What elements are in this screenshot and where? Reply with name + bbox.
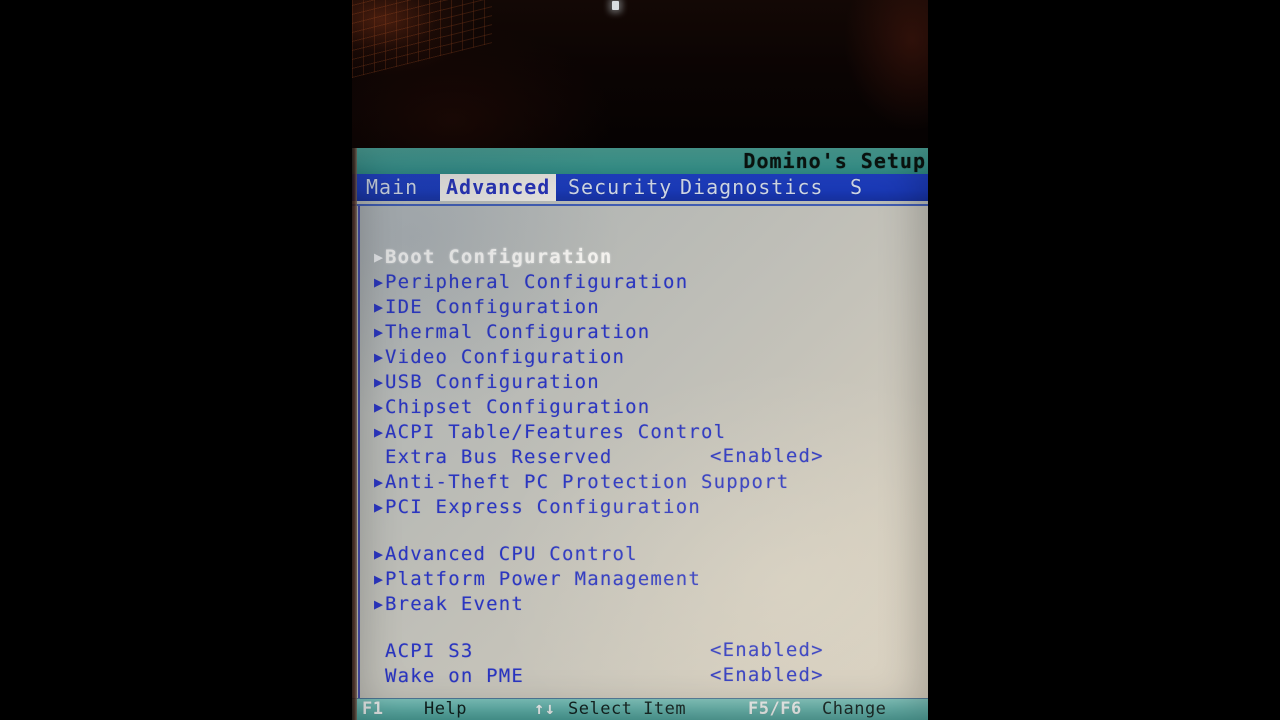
help-key-bar: F1 Help ↑↓ Select Item F5/F6 Change	[352, 698, 928, 720]
submenu-arrow-icon: ▶	[374, 498, 384, 516]
menu-item-label: Advanced CPU Control	[385, 543, 638, 565]
menu-item-wake-on-pme[interactable]: Wake on PME <Enabled>	[374, 663, 914, 688]
submenu-arrow-icon: ▶	[374, 545, 384, 563]
title-bar: Domino's Setup	[352, 148, 928, 174]
menu-item-pci-express-configuration[interactable]: ▶ PCI Express Configuration	[374, 494, 914, 519]
dark-room-background	[352, 0, 928, 150]
menu-item-chipset-configuration[interactable]: ▶ Chipset Configuration	[374, 394, 914, 419]
tab-s[interactable]: S	[844, 174, 869, 201]
menu-item-peripheral-configuration[interactable]: ▶ Peripheral Configuration	[374, 269, 914, 294]
menu-item-label: PCI Express Configuration	[385, 496, 701, 518]
menu-item-platform-power-management[interactable]: ▶ Platform Power Management	[374, 566, 914, 591]
menu-tab-bar[interactable]: Main Advanced Security Diagnostics S	[352, 174, 928, 201]
menu-spacer	[374, 519, 914, 541]
tab-advanced[interactable]: Advanced	[440, 174, 557, 201]
menu-item-value[interactable]: <Enabled>	[710, 444, 824, 469]
menu-item-label: ACPI Table/Features Control	[385, 421, 727, 443]
submenu-arrow-icon: ▶	[374, 473, 384, 491]
menu-item-break-event[interactable]: ▶ Break Event	[374, 591, 914, 616]
menu-item-value[interactable]: <Enabled>	[710, 638, 824, 663]
monitor-left-bezel	[352, 148, 357, 720]
settings-menu-list[interactable]: ▶ Boot Configuration ▶ Peripheral Configura…	[374, 244, 914, 688]
menu-item-acpi-s3[interactable]: ACPI S3 <Enabled>	[374, 638, 914, 663]
menu-item-label: IDE Configuration	[385, 296, 600, 318]
menu-item-advanced-cpu-control[interactable]: ▶ Advanced CPU Control	[374, 541, 914, 566]
menu-item-value[interactable]: <Enabled>	[710, 663, 824, 688]
help-key: F5/F6	[748, 699, 802, 719]
help-description: Select Item	[568, 699, 687, 719]
menu-item-thermal-configuration[interactable]: ▶ Thermal Configuration	[374, 319, 914, 344]
submenu-arrow-icon: ▶	[374, 248, 384, 266]
submenu-arrow-icon: ▶	[374, 373, 384, 391]
menu-item-label: Video Configuration	[385, 346, 626, 368]
menu-item-anti-theft-pc-protection-support[interactable]: ▶ Anti-Theft PC Protection Support	[374, 469, 914, 494]
menu-item-label: Platform Power Management	[385, 568, 701, 590]
help-key: ↑↓	[534, 699, 556, 719]
menu-item-acpi-table-features-control[interactable]: ▶ ACPI Table/Features Control	[374, 419, 914, 444]
menu-item-label: Wake on PME	[385, 665, 525, 687]
help-key: F1	[362, 699, 384, 719]
menu-item-label: Break Event	[385, 593, 525, 615]
submenu-arrow-icon: ▶	[374, 273, 384, 291]
background-light-spot	[612, 1, 619, 10]
submenu-arrow-icon: ▶	[374, 423, 384, 441]
menu-item-usb-configuration[interactable]: ▶ USB Configuration	[374, 369, 914, 394]
submenu-arrow-icon: ▶	[374, 398, 384, 416]
menu-item-extra-bus-reserved[interactable]: Extra Bus Reserved <Enabled>	[374, 444, 914, 469]
help-description: Help	[424, 699, 467, 719]
bios-setup-screen: Domino's Setup Main Advanced Security Diagn…	[352, 148, 928, 720]
panel-left-border	[358, 206, 360, 698]
menu-item-label: Peripheral Configuration	[385, 271, 689, 293]
menu-item-label: USB Configuration	[385, 371, 600, 393]
submenu-arrow-icon: ▶	[374, 595, 384, 613]
photo-frame: Domino's Setup Main Advanced Security Diagn…	[0, 0, 1280, 720]
submenu-arrow-icon: ▶	[374, 298, 384, 316]
menu-item-ide-configuration[interactable]: ▶ IDE Configuration	[374, 294, 914, 319]
menu-item-label: Anti-Theft PC Protection Support	[385, 471, 790, 493]
tab-security[interactable]: Security	[562, 174, 678, 201]
help-description: Change	[822, 699, 887, 719]
menu-item-label: ACPI S3	[385, 640, 474, 662]
submenu-arrow-icon: ▶	[374, 570, 384, 588]
settings-panel: ▶ Boot Configuration ▶ Peripheral Configura…	[352, 206, 928, 698]
background-grid-texture	[352, 0, 492, 78]
submenu-arrow-icon: ▶	[374, 323, 384, 341]
submenu-arrow-icon: ▶	[374, 348, 384, 366]
tab-main[interactable]: Main	[360, 174, 424, 201]
menu-item-video-configuration[interactable]: ▶ Video Configuration	[374, 344, 914, 369]
menu-item-label: Chipset Configuration	[385, 396, 651, 418]
page-title: Domino's Setup	[743, 149, 926, 173]
menu-item-label: Thermal Configuration	[385, 321, 651, 343]
menu-item-label: Extra Bus Reserved	[385, 446, 613, 468]
menu-spacer	[374, 616, 914, 638]
menu-item-label: Boot Configuration	[385, 246, 613, 268]
menu-item-boot-configuration[interactable]: ▶ Boot Configuration	[374, 244, 914, 269]
tab-diagnostics[interactable]: Diagnostics	[674, 174, 829, 201]
